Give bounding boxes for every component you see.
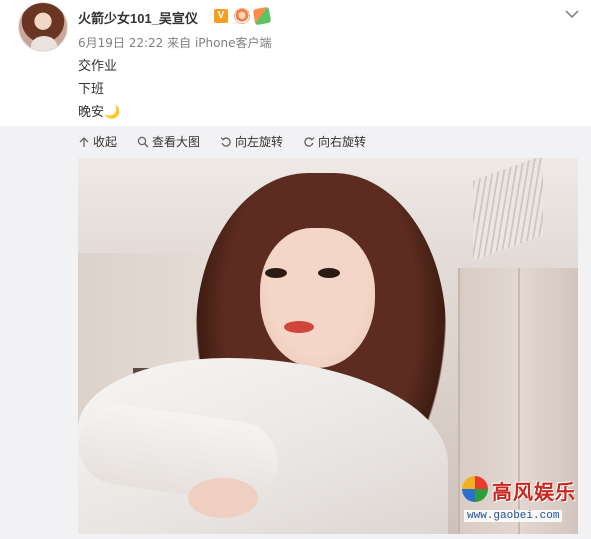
photo-hand	[188, 478, 258, 518]
view-large-label: 查看大图	[152, 135, 201, 149]
rotate-left-label: 向左旋转	[235, 135, 284, 149]
arrow-up-icon	[79, 136, 89, 147]
rotate-right-icon	[304, 136, 315, 147]
member-badge-icon[interactable]	[234, 8, 250, 24]
photo-eye	[265, 268, 287, 278]
image-toolbar: 收起 查看大图 向左旋转 向右旋转	[0, 126, 591, 156]
watermark-logo-icon	[462, 476, 488, 502]
collapse-button[interactable]: 收起	[78, 133, 117, 150]
collapse-label: 收起	[93, 135, 118, 149]
content-line: 下班	[78, 82, 105, 97]
rotate-left-icon	[220, 136, 231, 147]
verified-icon: V	[214, 9, 228, 23]
post-source[interactable]: 来自 iPhone客户端	[167, 36, 271, 50]
post-meta: 6月19日 22:22 来自 iPhone客户端	[78, 34, 271, 51]
chevron-down-icon[interactable]	[565, 4, 579, 19]
photo-eye	[318, 268, 340, 278]
post-photo[interactable]: 高风娱乐 www.gaobei.com	[78, 158, 578, 534]
photo-face	[260, 228, 375, 368]
watermark-title: 高风娱乐	[492, 480, 576, 504]
username[interactable]: 火箭少女101_吴宣仪	[78, 8, 198, 27]
watermark: 高风娱乐 www.gaobei.com	[462, 476, 576, 528]
view-large-button[interactable]: 查看大图	[137, 133, 200, 150]
avatar[interactable]	[18, 2, 68, 52]
rotate-right-label: 向右旋转	[318, 135, 367, 149]
content-line: 晚安🌙	[78, 105, 121, 120]
magnifier-icon	[137, 136, 149, 148]
activity-badge-icon[interactable]	[252, 6, 272, 26]
watermark-url: www.gaobei.com	[464, 510, 563, 522]
rotate-left-button[interactable]: 向左旋转	[220, 133, 283, 150]
photo-container: 高风娱乐 www.gaobei.com	[0, 156, 591, 539]
photo-lips	[284, 321, 314, 333]
content-line: 交作业	[78, 59, 118, 74]
post-content: 交作业 下班 晚安🌙	[78, 55, 120, 124]
post-header: 火箭少女101_吴宣仪 V 6月19日 22:22 来自 iPhone客户端 交…	[0, 0, 591, 126]
rotate-right-button[interactable]: 向右旋转	[303, 133, 366, 150]
post-timestamp[interactable]: 6月19日 22:22	[78, 36, 163, 50]
